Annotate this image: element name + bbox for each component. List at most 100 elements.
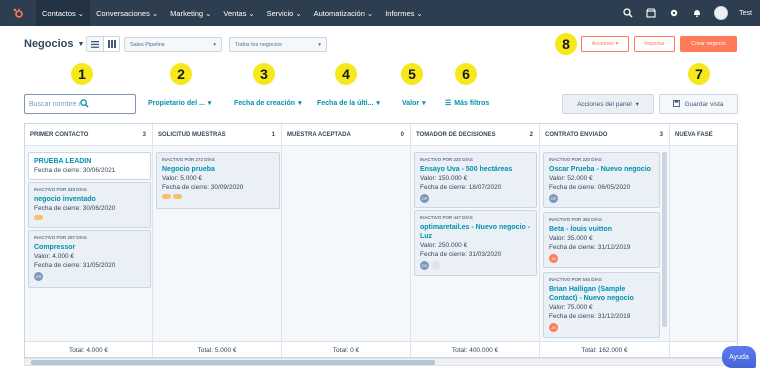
column-total: Total: 4.000 € <box>25 341 152 357</box>
marker-5: 5 <box>401 63 423 85</box>
nav-ventas[interactable]: Ventas ⌄ <box>217 0 260 26</box>
panel-actions-label: Acciones del panel <box>577 100 632 108</box>
deal-name[interactable]: Ensayo Uva - 500 hectáreas <box>420 165 531 174</box>
nav-right: Test <box>622 0 752 26</box>
deals-board: PRIMER CONTACTO 3 PRUEBA LEADIN Fecha de … <box>24 123 738 358</box>
view-toggle <box>86 36 120 52</box>
scroll-thumb[interactable] <box>31 360 435 365</box>
chevron-down-icon: ⌄ <box>366 8 374 18</box>
inactive-badge: INACTIVO POR 447 DÍAS <box>420 215 473 220</box>
deal-close-date: Fecha de cierre: 30/06/2020 <box>34 205 116 212</box>
column-total: Total: 5.000 € <box>153 341 281 357</box>
save-view-label: Guardar vista <box>684 100 724 108</box>
tag-chip <box>34 215 43 220</box>
nav-contactos[interactable]: Contactos ⌄ <box>36 0 91 26</box>
owner-avatar: CR <box>34 272 43 281</box>
deal-card[interactable]: INACTIVO POR 392 DÍAS Beta - louis vuitt… <box>543 212 660 268</box>
column-primer-contacto: PRIMER CONTACTO 3 PRUEBA LEADIN Fecha de … <box>25 124 153 357</box>
marker-8: 8 <box>555 33 577 55</box>
deal-value: Valor: 150.000 € <box>420 175 468 182</box>
column-header: SOLICITUD MUESTRAS 1 <box>153 124 281 146</box>
hubspot-logo-icon[interactable] <box>0 0 36 26</box>
nav-automatizacion[interactable]: Automatización ⌄ <box>308 0 380 26</box>
created-date-filter[interactable]: Fecha de creación ▾ <box>234 99 302 108</box>
column-name: MUESTRA ACEPTADA <box>287 131 351 138</box>
column-contrato-enviado: CONTRATO ENVIADO 3 INACTIVO POR 220 DÍAS … <box>540 124 670 357</box>
nav-label: Ventas <box>223 8 247 18</box>
avatar[interactable] <box>714 6 729 20</box>
column-solicitud-muestras: SOLICITUD MUESTRAS 1 INACTIVO POR 272 DÍA… <box>153 124 282 357</box>
panel-actions-button[interactable]: Acciones del panel ▾ <box>562 94 654 114</box>
caret-down-icon: ▾ <box>207 100 212 107</box>
deal-value: Valor: 35.000 € <box>549 235 593 242</box>
inactive-badge: INACTIVO POR 272 DÍAS <box>162 157 215 162</box>
column-name: SOLICITUD MUESTRAS <box>158 131 226 138</box>
search-icon[interactable] <box>622 7 634 19</box>
caret-down-icon: ▾ <box>422 100 426 107</box>
user-name[interactable]: Test <box>739 10 752 17</box>
actions-button[interactable]: Acciones ▾ <box>581 36 629 52</box>
deal-card[interactable]: INACTIVO POR 220 DÍAS Ensayo Uva - 500 h… <box>414 152 537 208</box>
bell-icon[interactable] <box>691 7 703 19</box>
chevron-down-icon: ⌄ <box>205 8 212 18</box>
deal-card[interactable]: INACTIVO POR 349 DÍAS negocio inventado … <box>28 182 151 228</box>
deal-name[interactable]: Negocio prueba <box>162 165 274 174</box>
search-input[interactable]: Buscar nombre o descr <box>24 94 136 114</box>
help-button[interactable]: Ayuda <box>722 346 756 368</box>
caret-down-icon: ▾ <box>635 101 639 108</box>
horizontal-scrollbar[interactable] <box>24 358 738 366</box>
deal-name[interactable]: Beta - louis vuitton <box>549 225 654 234</box>
import-label: Importar <box>644 41 665 47</box>
import-button[interactable]: Importar <box>634 36 675 52</box>
search-icon[interactable] <box>80 98 131 110</box>
owner-avatar: OP <box>549 194 558 203</box>
value-filter[interactable]: Valor ▾ <box>402 99 426 108</box>
deal-value: Valor: 5.000 € <box>162 175 202 182</box>
list-view-icon[interactable] <box>87 37 103 51</box>
deal-card[interactable]: PRUEBA LEADIN Fecha de cierre: 30/06/202… <box>28 152 151 180</box>
deals-filter-select[interactable]: Todos los negocios ▾ <box>229 37 327 52</box>
deal-name[interactable]: Brian Halligan (Sample Contact) - Nuevo … <box>549 285 654 303</box>
chevron-down-icon: ⌄ <box>151 8 159 18</box>
nav-servicio[interactable]: Servicio ⌄ <box>261 0 308 26</box>
board-view-icon[interactable] <box>103 37 119 51</box>
column-scrollbar[interactable] <box>662 152 667 327</box>
nav-marketing[interactable]: Marketing ⌄ <box>164 0 217 26</box>
deal-card[interactable]: INACTIVO POR 447 DÍAS optimaretail.es - … <box>414 210 537 276</box>
save-view-button[interactable]: Guardar vista <box>659 94 738 114</box>
last-activity-filter[interactable]: Fecha de la últi... ▾ <box>317 99 380 108</box>
page-title[interactable]: Negocios ▼ <box>24 38 84 50</box>
inactive-badge: INACTIVO POR 545 DÍAS <box>549 277 602 282</box>
gear-icon[interactable] <box>668 7 680 19</box>
marker-3: 3 <box>253 63 275 85</box>
deal-name[interactable]: negocio inventado <box>34 195 145 204</box>
column-tomador-decisiones: TOMADOR DE DECISIONES 2 INACTIVO POR 220 … <box>411 124 540 357</box>
more-filters-label: Más filtros <box>454 99 490 107</box>
nav-informes[interactable]: Informes ⌄ <box>379 0 428 26</box>
deal-name[interactable]: PRUEBA LEADIN <box>34 157 145 166</box>
owner-filter[interactable]: Propietario del ... ▾ <box>148 99 212 108</box>
nav-conversaciones[interactable]: Conversaciones ⌄ <box>90 0 164 26</box>
deal-name[interactable]: optimaretail.es - Nuevo negocio - Luz <box>420 223 531 241</box>
pipeline-select-value: Sales Pipeline <box>130 41 165 48</box>
created-filter-label: Fecha de creación <box>234 99 296 107</box>
nav-label: Informes <box>385 8 415 18</box>
deal-card[interactable]: INACTIVO POR 220 DÍAS Oscar Prueba - Nue… <box>543 152 660 208</box>
inactive-badge: INACTIVO POR 297 DÍAS <box>34 235 87 240</box>
marker-1: 1 <box>71 63 93 85</box>
create-deal-button[interactable]: Crear negocio <box>680 36 737 52</box>
deal-card[interactable]: INACTIVO POR 272 DÍAS Negocio prueba Val… <box>156 152 280 209</box>
pipeline-select[interactable]: Sales Pipeline ▾ <box>124 37 222 52</box>
more-filters-button[interactable]: ☰ Más filtros <box>445 99 490 108</box>
deal-name[interactable]: Oscar Prueba - Nuevo negocio <box>549 165 654 174</box>
inactive-badge: INACTIVO POR 220 DÍAS <box>420 157 473 162</box>
deal-card[interactable]: INACTIVO POR 545 DÍAS Brian Halligan (Sa… <box>543 272 660 338</box>
marketplace-icon[interactable] <box>645 7 657 19</box>
deal-card[interactable]: INACTIVO POR 297 DÍAS Compressor Valor: … <box>28 230 151 288</box>
column-total: Total: 400.000 € <box>411 341 539 357</box>
deal-name[interactable]: Compressor <box>34 243 145 252</box>
deal-value: Valor: 52.000 € <box>549 175 593 182</box>
column-name: PRIMER CONTACTO <box>30 131 89 138</box>
page-title-label: Negocios <box>24 38 74 50</box>
contact-avatar <box>431 261 440 270</box>
